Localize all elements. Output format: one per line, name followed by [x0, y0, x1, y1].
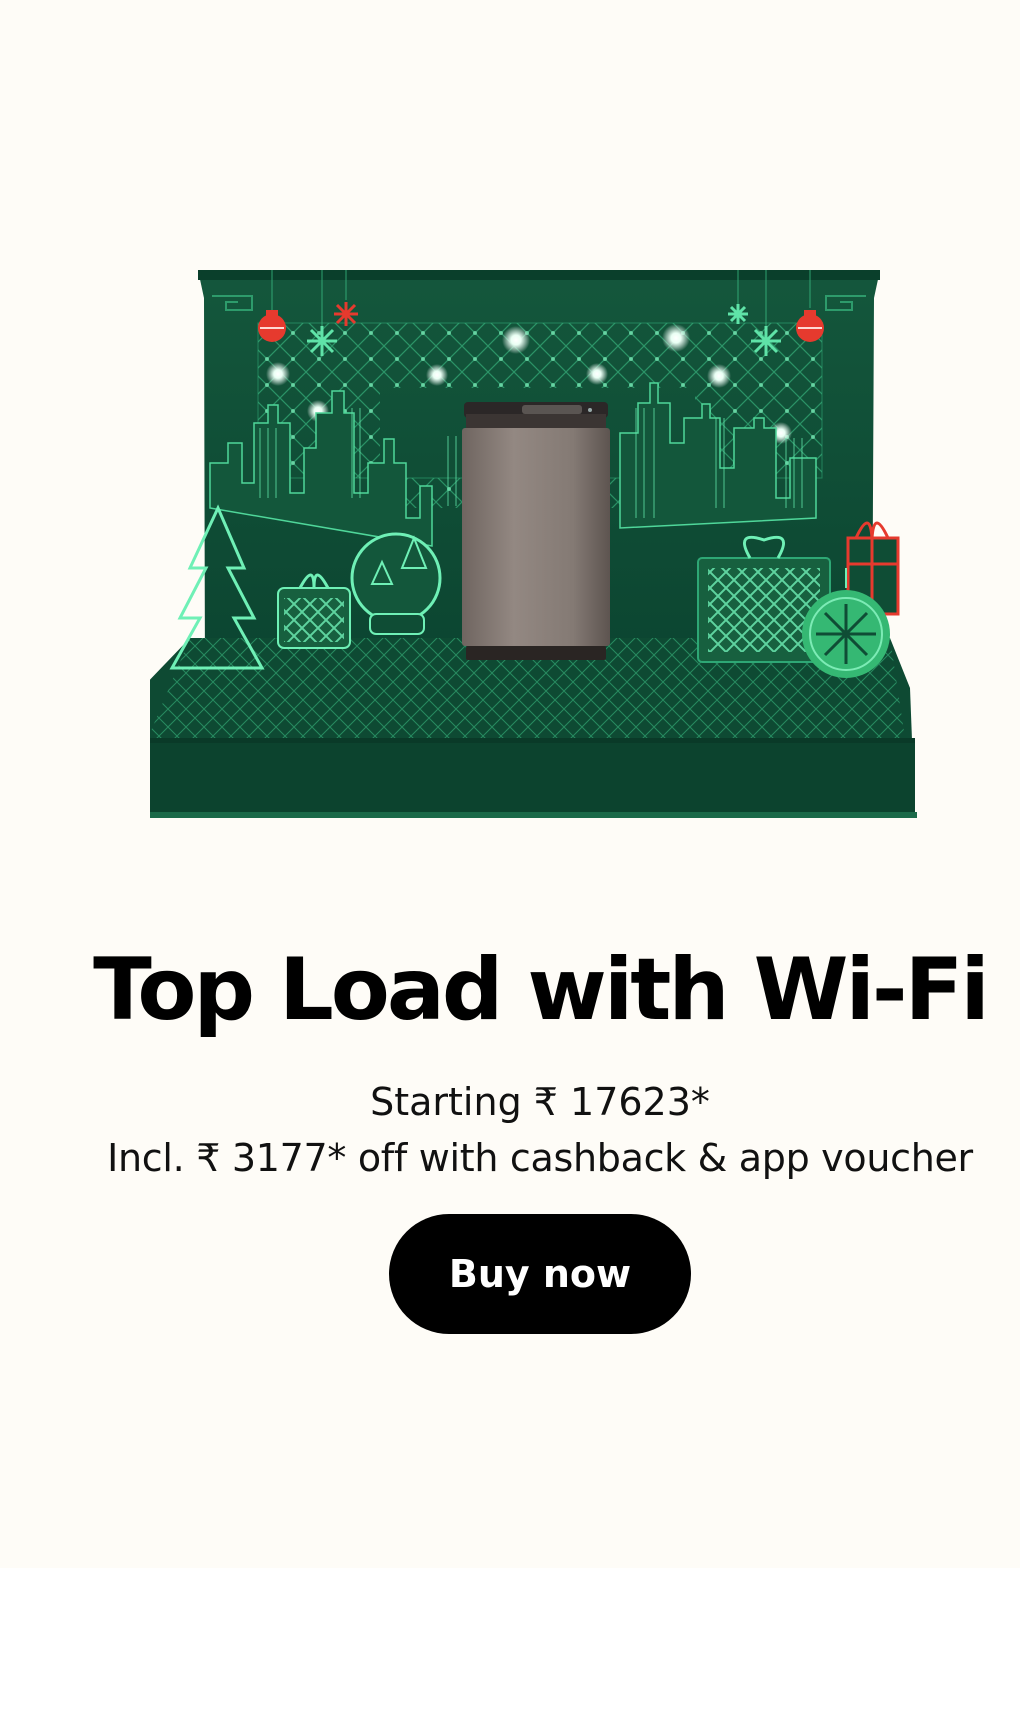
promo-banner: Top Load with Wi-Fi Starting ₹ 17623* In…: [0, 0, 1020, 1568]
product-hero-image: [150, 268, 930, 820]
offer-details: Incl. ₹ 3177* off with cashback & app vo…: [107, 1136, 973, 1180]
banner-title: Top Load with Wi-Fi: [93, 940, 990, 1040]
starting-price: Starting ₹ 17623*: [370, 1080, 710, 1124]
buy-now-button[interactable]: Buy now: [389, 1214, 691, 1334]
